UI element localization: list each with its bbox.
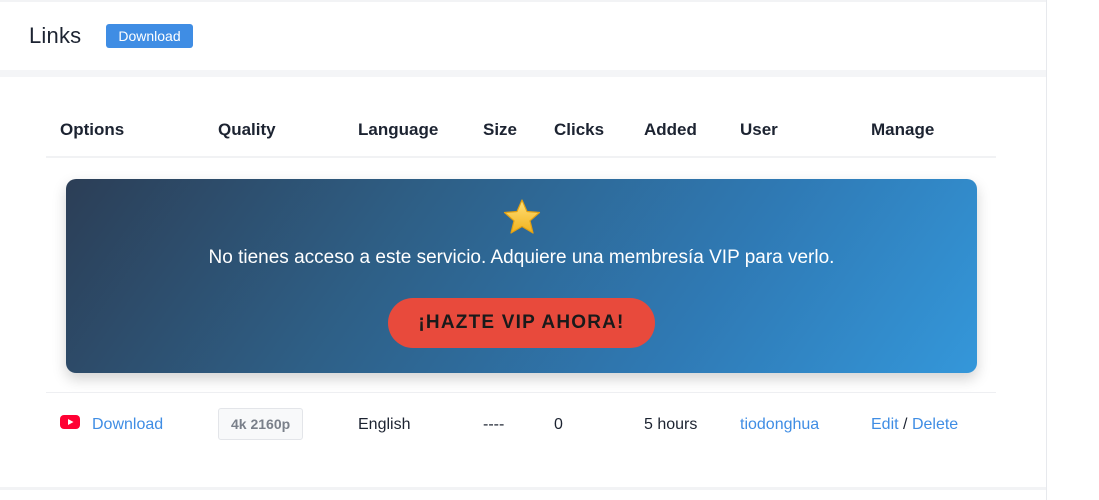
header-divider bbox=[0, 70, 1046, 77]
youtube-icon bbox=[60, 415, 80, 429]
column-header-size: Size bbox=[483, 120, 518, 139]
column-header-language: Language bbox=[358, 120, 439, 139]
row-manage: Edit / Delete bbox=[871, 416, 958, 434]
row-added: 5 hours bbox=[644, 416, 698, 433]
page-title: Links bbox=[29, 23, 82, 48]
manage-separator: / bbox=[903, 416, 908, 433]
right-gutter bbox=[1046, 0, 1099, 500]
column-header-clicks: Clicks bbox=[554, 120, 605, 139]
quality-badge: 4k 2160p bbox=[218, 408, 304, 440]
edit-link[interactable]: Edit bbox=[871, 416, 899, 433]
vip-banner: No tienes acceso a este servicio. Adquie… bbox=[66, 179, 977, 373]
row-clicks: 0 bbox=[554, 416, 563, 433]
row-user-link[interactable]: tiodonghua bbox=[740, 416, 819, 434]
column-header-quality: Quality bbox=[218, 120, 276, 139]
column-header-options: Options bbox=[60, 120, 125, 139]
links-table: Options Quality Language Size Clicks Add… bbox=[46, 102, 996, 158]
column-header-user: User bbox=[740, 120, 778, 139]
table-row: Download 4k 2160p English ---- 0 5 hours… bbox=[46, 393, 996, 457]
bottom-divider bbox=[0, 487, 1046, 490]
star-icon bbox=[503, 199, 541, 234]
row-size: ---- bbox=[483, 416, 505, 433]
page: Links Download Options Quality Language … bbox=[0, 0, 1099, 500]
row-download-link[interactable]: Download bbox=[92, 416, 163, 434]
column-header-added: Added bbox=[644, 120, 697, 139]
column-header-manage: Manage bbox=[871, 120, 935, 139]
links-header: Links Download bbox=[0, 2, 1046, 70]
table-header: Options Quality Language Size Clicks Add… bbox=[46, 102, 996, 158]
download-button[interactable]: Download bbox=[106, 24, 193, 48]
row-language: English bbox=[358, 416, 411, 433]
delete-link[interactable]: Delete bbox=[912, 416, 958, 433]
vip-message: No tienes acceso a este servicio. Adquie… bbox=[208, 247, 835, 268]
become-vip-button[interactable]: ¡HAZTE VIP AHORA! bbox=[388, 298, 655, 348]
